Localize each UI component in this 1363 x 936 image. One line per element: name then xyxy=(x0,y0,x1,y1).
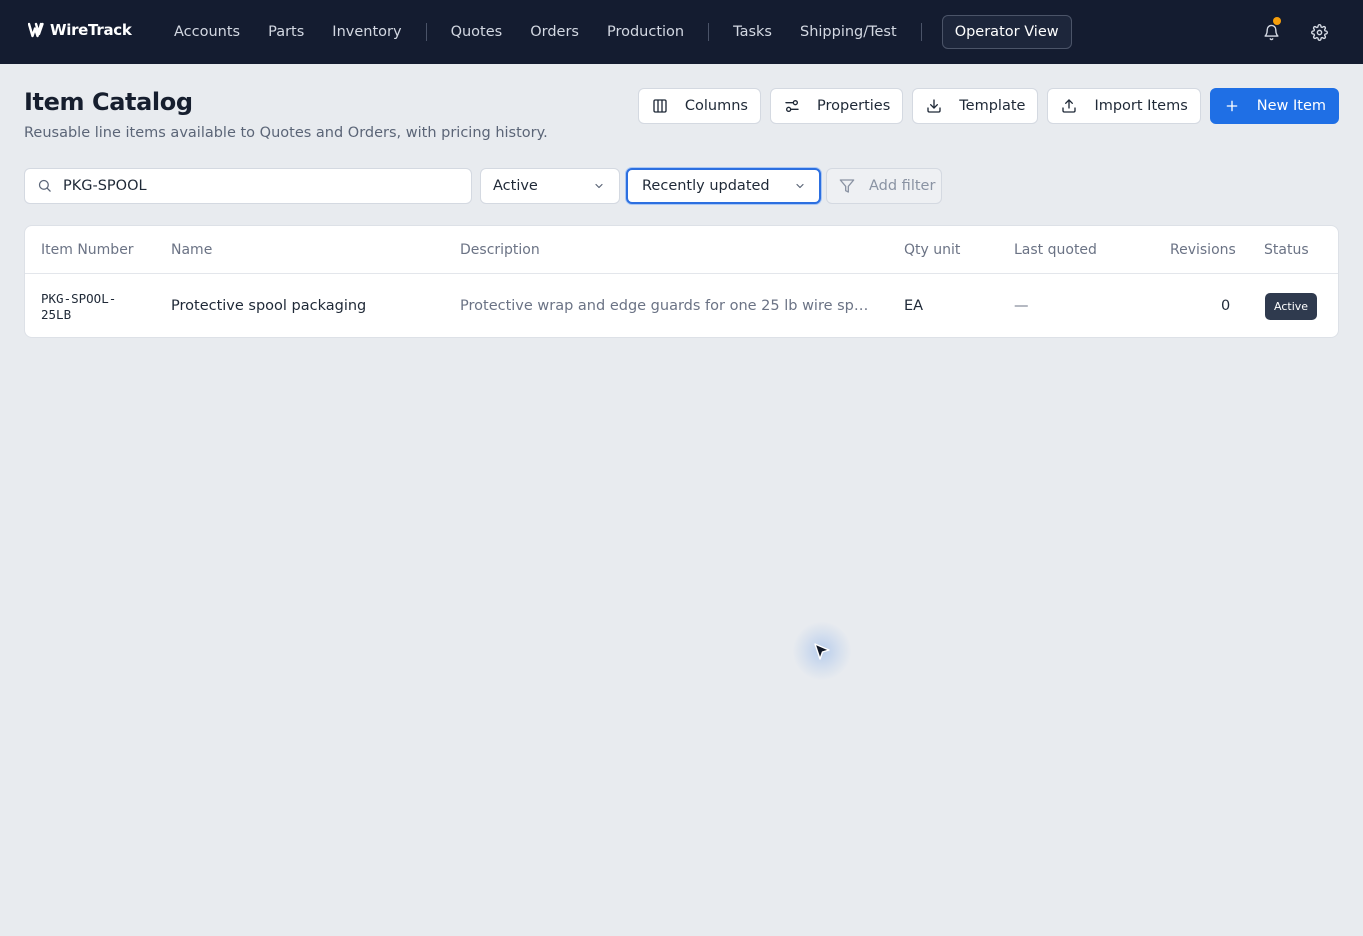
brand-name: WireTrack xyxy=(50,21,132,39)
table-row[interactable]: PKG-SPOOL-25LB Protective spool packagin… xyxy=(25,275,1338,337)
item-description-cell: Protective wrap and edge guards for one … xyxy=(460,298,876,314)
chevron-down-icon xyxy=(595,183,603,189)
column-header-revisions[interactable]: Revisions xyxy=(1170,242,1236,258)
columns-label: Columns xyxy=(684,98,748,114)
operator-view-button[interactable]: Operator View xyxy=(941,15,1072,49)
template-button[interactable]: Template xyxy=(912,88,1039,124)
nav-tasks[interactable]: Tasks xyxy=(719,24,786,40)
nav-production[interactable]: Production xyxy=(593,24,698,40)
new-item-button[interactable]: New Item xyxy=(1209,88,1339,124)
wiretrack-logo-icon xyxy=(28,22,44,38)
notifications-button[interactable] xyxy=(1259,17,1283,44)
sort-value: Recently updated xyxy=(642,178,770,194)
item-name-cell: Protective spool packaging xyxy=(171,298,367,314)
nav-shipping-test[interactable]: Shipping/Test xyxy=(786,24,911,40)
status-filter-value: Active xyxy=(493,178,538,194)
column-header-qty-unit[interactable]: Qty unit xyxy=(904,242,960,258)
column-header-last-quoted[interactable]: Last quoted xyxy=(1014,242,1097,258)
bell-icon xyxy=(1263,24,1279,40)
page-subtitle: Reusable line items available to Quotes … xyxy=(24,125,548,141)
template-label: Template xyxy=(959,98,1026,114)
sliders-icon xyxy=(783,97,801,115)
new-item-label: New Item xyxy=(1256,98,1326,114)
nav-inventory[interactable]: Inventory xyxy=(318,24,415,40)
column-header-description[interactable]: Description xyxy=(460,242,540,258)
columns-button[interactable]: Columns xyxy=(637,88,761,124)
column-header-name[interactable]: Name xyxy=(171,242,212,258)
nav-orders[interactable]: Orders xyxy=(516,24,593,40)
add-filter-label: Add filter xyxy=(869,178,936,194)
import-items-label: Import Items xyxy=(1094,98,1188,114)
column-header-status[interactable]: Status xyxy=(1264,242,1309,258)
search-input[interactable] xyxy=(63,178,443,194)
nav-divider xyxy=(708,23,710,41)
qty-unit-cell: EA xyxy=(904,298,924,314)
status-badge: Active xyxy=(1265,293,1318,320)
last-quoted-cell: — xyxy=(1014,298,1029,314)
mouse-cursor-icon xyxy=(814,643,830,660)
properties-label: Properties xyxy=(817,98,891,114)
filter-icon xyxy=(839,178,855,194)
search-icon xyxy=(37,178,53,194)
import-items-button[interactable]: Import Items xyxy=(1047,88,1201,124)
item-table: Item Number Name Description Qty unit La… xyxy=(24,225,1339,338)
revisions-cell: 0 xyxy=(1221,298,1231,314)
chevron-down-icon xyxy=(796,183,804,189)
item-number-cell: PKG-SPOOL-25LB xyxy=(41,291,117,322)
add-filter-button[interactable]: Add filter xyxy=(826,168,942,204)
columns-icon xyxy=(651,97,669,115)
settings-button[interactable] xyxy=(1307,20,1331,44)
table-header: Item Number Name Description Qty unit La… xyxy=(25,226,1338,274)
sort-select[interactable]: Recently updated xyxy=(626,168,821,204)
nav-accounts[interactable]: Accounts xyxy=(160,24,254,40)
search-box[interactable] xyxy=(24,168,472,204)
nav-parts[interactable]: Parts xyxy=(254,24,318,40)
status-filter-select[interactable]: Active xyxy=(480,168,620,204)
gear-icon xyxy=(1310,23,1328,41)
nav-divider xyxy=(920,23,922,41)
page-title: Item Catalog xyxy=(24,88,193,116)
download-icon xyxy=(925,97,943,115)
plus-icon xyxy=(1223,97,1241,115)
properties-button[interactable]: Properties xyxy=(770,88,904,124)
nav-divider xyxy=(425,23,427,41)
nav-quotes[interactable]: Quotes xyxy=(437,24,517,40)
brand-logo[interactable]: WireTrack xyxy=(28,21,132,39)
main-nav: Accounts Parts Inventory Quotes Orders P… xyxy=(160,0,1072,64)
column-header-item-number[interactable]: Item Number xyxy=(41,242,134,258)
upload-icon xyxy=(1060,97,1078,115)
top-navigation-bar: WireTrack Accounts Parts Inventory Quote… xyxy=(0,0,1363,64)
notification-dot xyxy=(1273,17,1281,25)
page-toolbar: Columns Properties Template Import Items xyxy=(637,88,1339,124)
